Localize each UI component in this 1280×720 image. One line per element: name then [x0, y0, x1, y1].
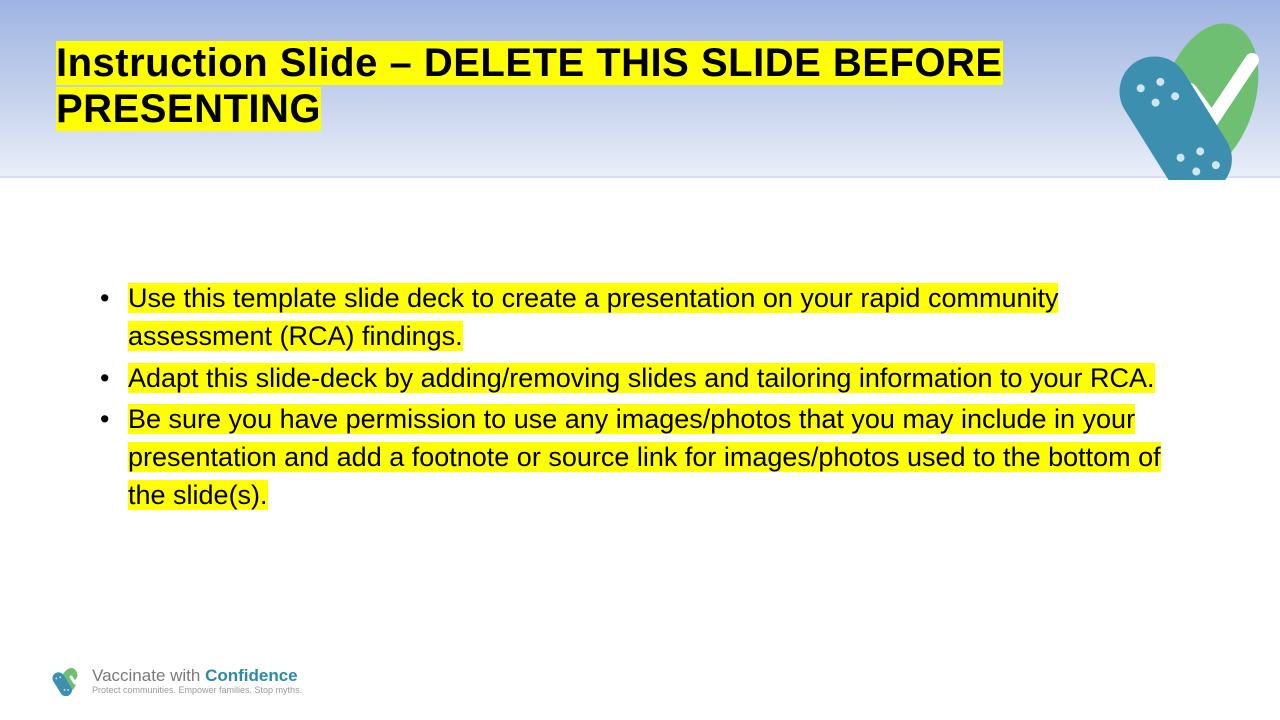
bullet-list: Use this template slide deck to create a…	[100, 280, 1180, 515]
slide-title: Instruction Slide – DELETE THIS SLIDE BE…	[56, 40, 1080, 132]
body-content: Use this template slide deck to create a…	[100, 280, 1180, 519]
bullet-text: Use this template slide deck to create a…	[128, 283, 1058, 351]
list-item: Use this template slide deck to create a…	[100, 280, 1180, 356]
footer-title-part2: Confidence	[205, 666, 298, 685]
footer-text: Vaccinate with Confidence Protect commun…	[92, 667, 302, 695]
slide: Instruction Slide – DELETE THIS SLIDE BE…	[0, 0, 1280, 720]
footer-tagline: Protect communities. Empower families. S…	[92, 686, 302, 695]
bandage-check-logo	[1082, 10, 1272, 180]
bullet-text: Adapt this slide-deck by adding/removing…	[128, 363, 1155, 393]
footer-logo: Vaccinate with Confidence Protect commun…	[50, 666, 302, 696]
list-item: Be sure you have permission to use any i…	[100, 401, 1180, 514]
bandage-check-icon	[50, 666, 84, 696]
bullet-text: Be sure you have permission to use any i…	[128, 404, 1161, 510]
list-item: Adapt this slide-deck by adding/removing…	[100, 360, 1180, 398]
title-text: Instruction Slide – DELETE THIS SLIDE BE…	[56, 41, 1003, 131]
footer-title: Vaccinate with Confidence	[92, 667, 302, 684]
footer-title-part1: Vaccinate with	[92, 666, 205, 685]
header-band: Instruction Slide – DELETE THIS SLIDE BE…	[0, 0, 1280, 178]
